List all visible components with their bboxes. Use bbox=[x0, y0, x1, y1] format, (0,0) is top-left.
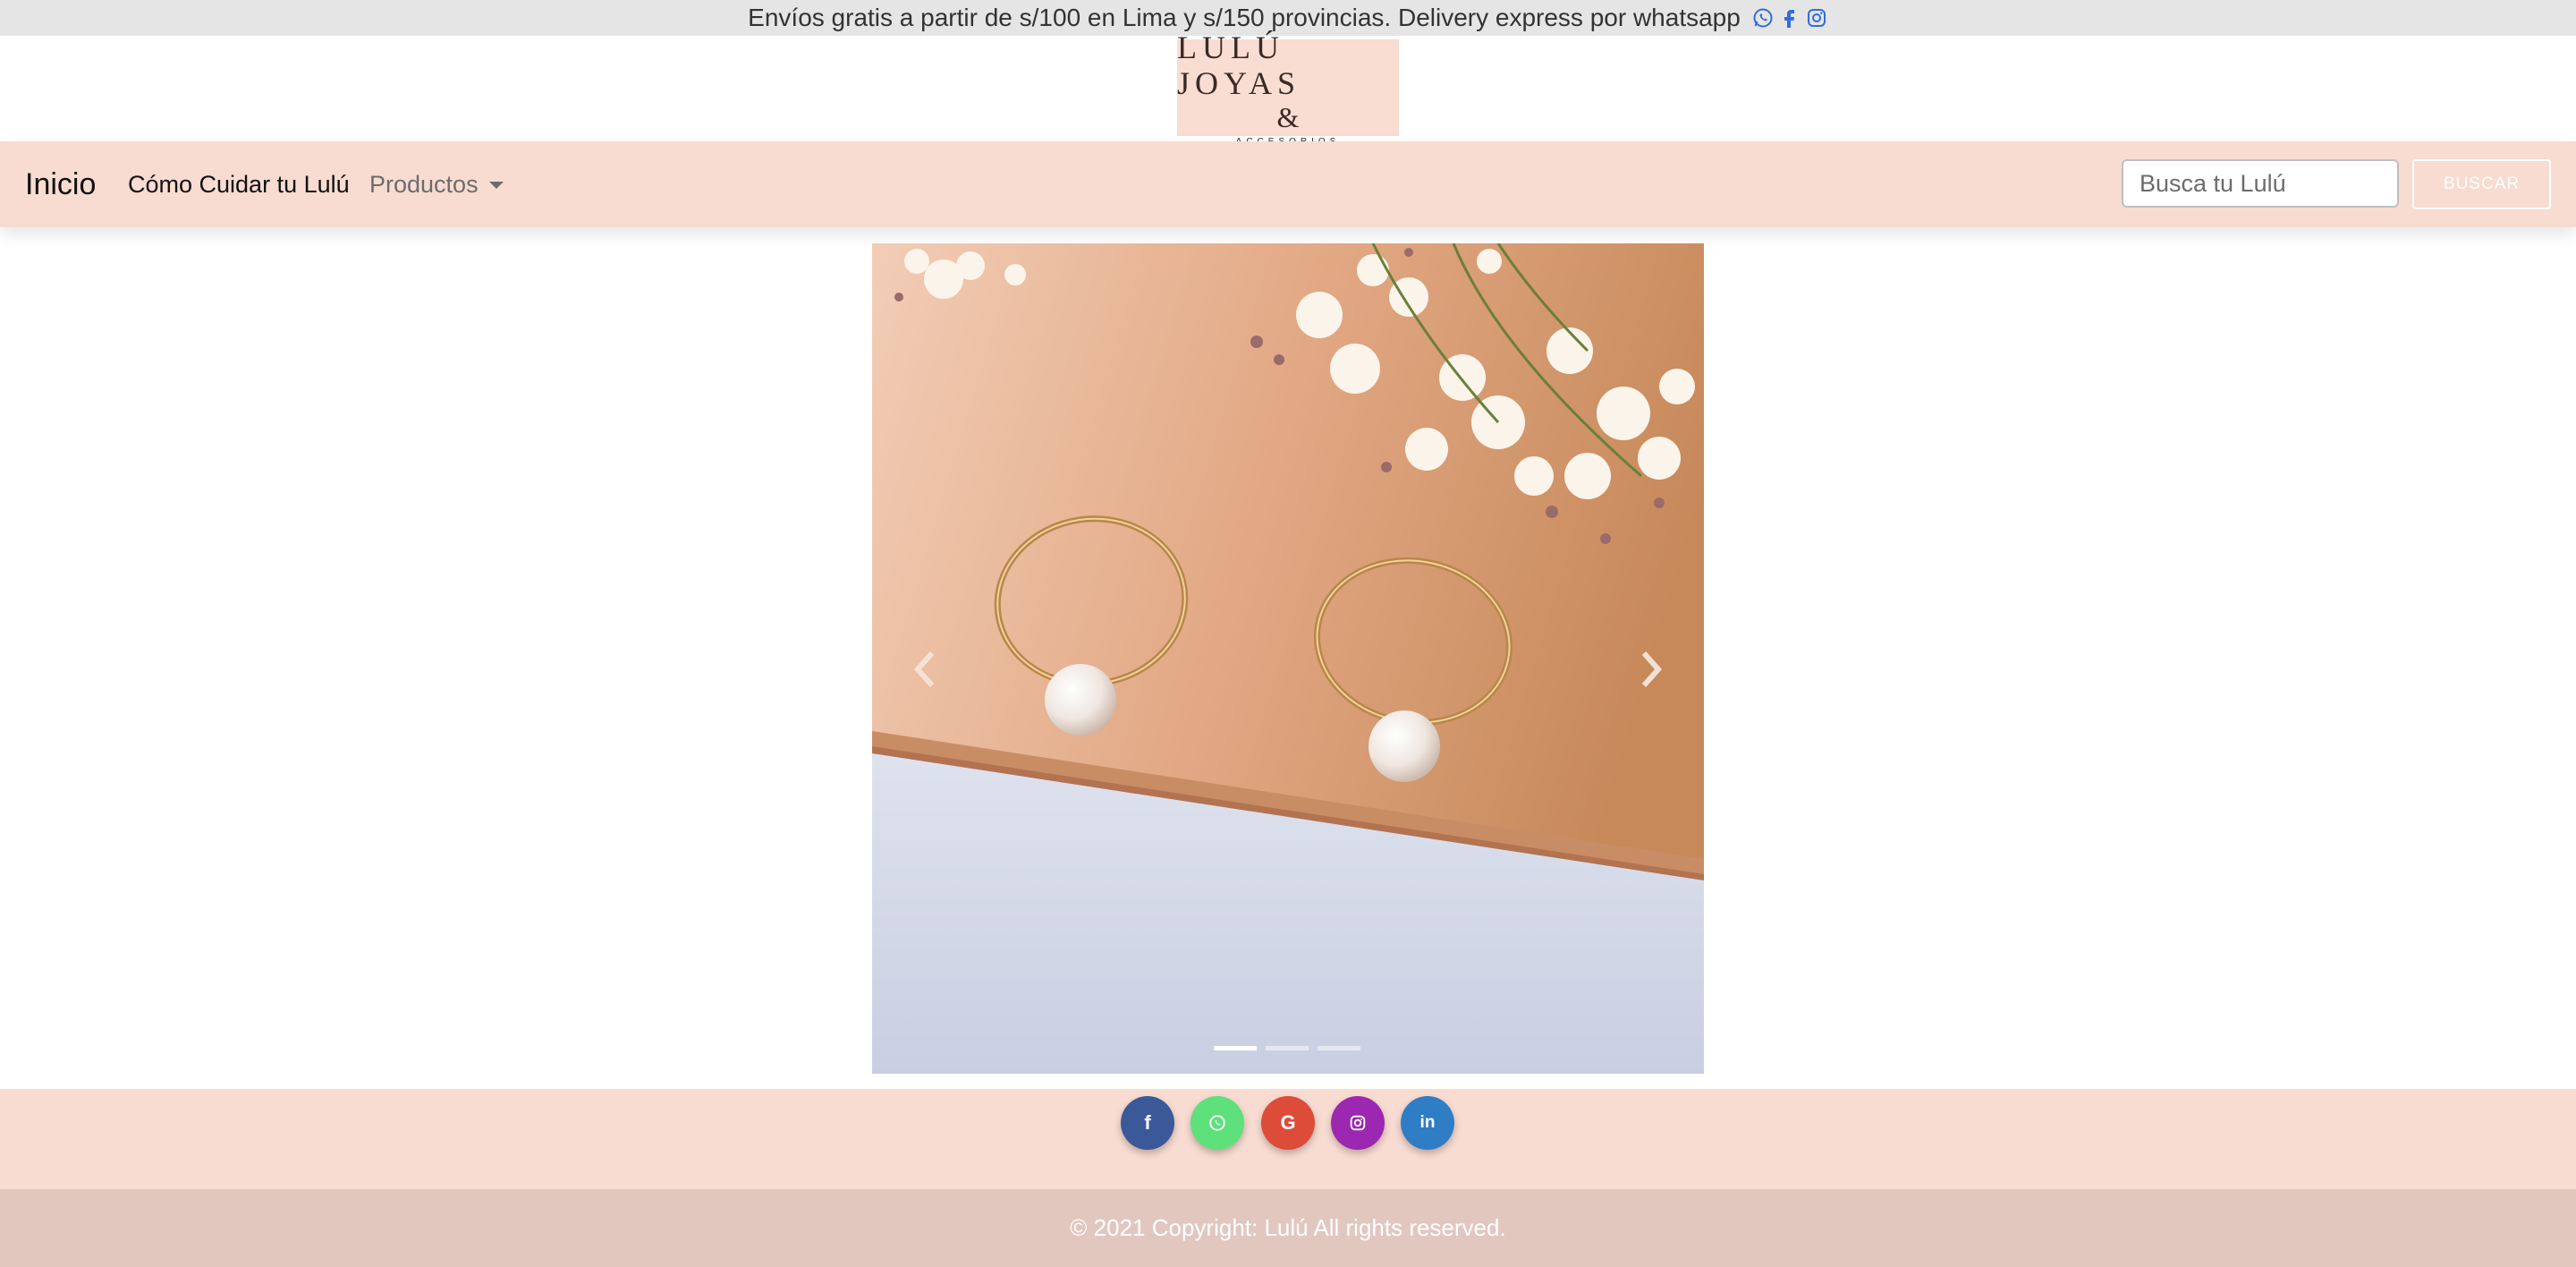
linkedin-icon: in bbox=[1419, 1113, 1436, 1132]
whatsapp-social-button[interactable] bbox=[1191, 1096, 1244, 1150]
logo-line-2: & bbox=[1276, 100, 1300, 133]
carousel-next-button[interactable] bbox=[1625, 642, 1679, 696]
announcement-text: Envíos gratis a partir de s/100 en Lima … bbox=[748, 4, 1741, 31]
carousel-indicator[interactable] bbox=[1266, 1046, 1309, 1050]
nav-products-dropdown[interactable]: Productos bbox=[369, 171, 504, 199]
facebook-icon: f bbox=[1144, 1111, 1151, 1134]
whatsapp-icon[interactable] bbox=[1751, 6, 1775, 30]
nav-home-link[interactable]: Inicio bbox=[25, 167, 96, 202]
search-input[interactable] bbox=[2122, 159, 2399, 208]
copyright-bar: © 2021 Copyright: Lulú All rights reserv… bbox=[0, 1189, 2576, 1267]
carousel-indicator[interactable] bbox=[1318, 1046, 1360, 1050]
instagram-icon bbox=[1350, 1115, 1366, 1131]
caret-down-icon bbox=[488, 182, 504, 189]
google-icon: G bbox=[1280, 1111, 1296, 1134]
carousel-indicators bbox=[1214, 1046, 1360, 1050]
facebook-icon[interactable] bbox=[1778, 6, 1801, 30]
instagram-icon[interactable] bbox=[1805, 6, 1828, 30]
footer-social: f G in bbox=[0, 1089, 2576, 1189]
nav-care-link[interactable]: Cómo Cuidar tu Lulú bbox=[128, 171, 350, 199]
google-social-button[interactable]: G bbox=[1261, 1096, 1315, 1150]
carousel-slide-image bbox=[872, 243, 1704, 1074]
product-carousel bbox=[872, 243, 1704, 1074]
whatsapp-icon bbox=[1209, 1115, 1225, 1131]
copyright-text: © 2021 Copyright: Lulú All rights reserv… bbox=[1070, 1214, 1506, 1241]
carousel-indicator[interactable] bbox=[1214, 1046, 1257, 1050]
chevron-right-icon bbox=[1641, 651, 1663, 687]
carousel-prev-button[interactable] bbox=[897, 642, 951, 696]
chevron-left-icon bbox=[913, 651, 935, 687]
facebook-social-button[interactable]: f bbox=[1121, 1096, 1174, 1150]
instagram-social-button[interactable] bbox=[1331, 1096, 1385, 1150]
logo-line-1: LULÚ JOYAS bbox=[1177, 29, 1301, 101]
search-button[interactable]: BUSCAR bbox=[2412, 159, 2551, 209]
brand-logo[interactable]: LULÚ JOYAS & ACCESORIOS bbox=[1177, 30, 1399, 147]
linkedin-social-button[interactable]: in bbox=[1401, 1096, 1454, 1150]
nav-products-label: Productos bbox=[369, 170, 479, 198]
main-navbar: Inicio Cómo Cuidar tu Lulú Productos BUS… bbox=[0, 141, 2576, 227]
